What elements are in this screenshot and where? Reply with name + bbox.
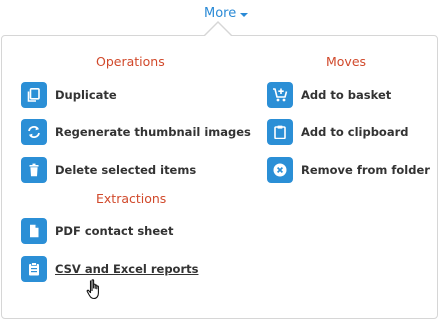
clipboard-icon [267, 119, 293, 145]
refresh-icon [21, 119, 47, 145]
menu-item-pdf-contact-sheet[interactable]: PDF contact sheet [21, 217, 173, 245]
cart-add-icon [267, 82, 293, 108]
menu-item-label: Add to basket [301, 88, 392, 102]
more-actions-screen: More Operations Duplicate Regenerate thu… [0, 0, 440, 322]
remove-circle-icon [267, 157, 293, 183]
menu-item-label: Regenerate thumbnail images [55, 125, 251, 139]
dropdown-pointer-fill [204, 23, 232, 37]
menu-item-delete-selected[interactable]: Delete selected items [21, 156, 196, 184]
menu-item-label: CSV and Excel reports [55, 262, 199, 276]
hand-cursor-icon [86, 279, 99, 300]
section-title-operations: Operations [96, 54, 165, 69]
menu-item-csv-excel-reports[interactable]: CSV and Excel reports [21, 255, 198, 283]
menu-item-label: PDF contact sheet [55, 224, 174, 238]
report-clipboard-icon [21, 256, 47, 282]
section-title-moves: Moves [326, 54, 367, 69]
menu-item-label: Remove from folder [301, 163, 430, 177]
menu-item-remove-from-folder[interactable]: Remove from folder [267, 156, 430, 184]
menu-item-add-to-basket[interactable]: Add to basket [267, 81, 391, 109]
menu-item-add-to-clipboard[interactable]: Add to clipboard [267, 118, 409, 146]
section-title-extractions: Extractions [96, 191, 167, 206]
menu-item-label: Delete selected items [55, 163, 197, 177]
more-menu-label: More [204, 6, 237, 21]
menu-item-label: Duplicate [55, 88, 117, 102]
document-icon [21, 218, 47, 244]
duplicate-icon [21, 82, 47, 108]
menu-item-regenerate-thumbnails[interactable]: Regenerate thumbnail images [21, 118, 251, 146]
trash-icon [21, 157, 47, 183]
more-menu-button[interactable]: More [204, 6, 249, 22]
caret-down-icon [240, 13, 249, 17]
menu-item-duplicate[interactable]: Duplicate [21, 81, 117, 109]
menu-item-label: Add to clipboard [301, 125, 409, 139]
